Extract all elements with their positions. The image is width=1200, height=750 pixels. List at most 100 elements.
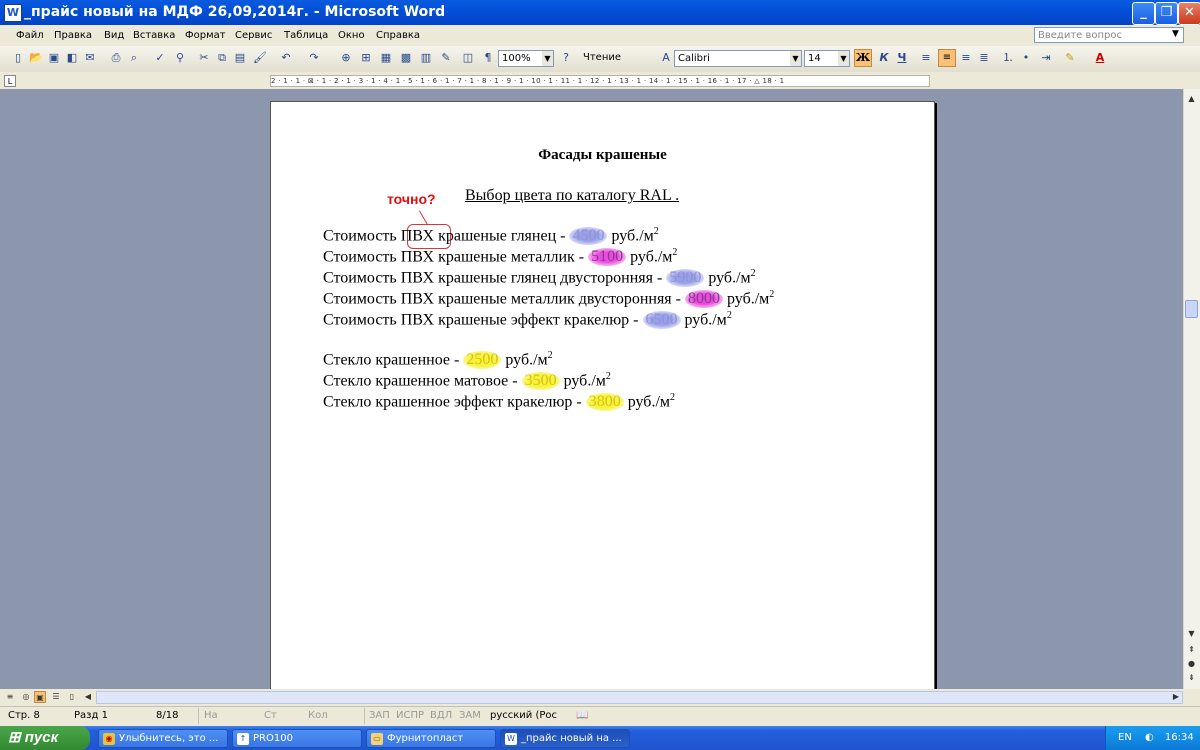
- annotation-note: точно?: [387, 191, 436, 207]
- menu-table[interactable]: Таблица: [284, 30, 328, 41]
- scroll-right-icon[interactable]: ▶: [1170, 691, 1182, 703]
- status-language[interactable]: русский (Рос: [490, 710, 557, 721]
- chevron-down-icon[interactable]: ▼: [542, 51, 553, 66]
- close-button[interactable]: ✕: [1178, 2, 1200, 25]
- pvc-price-line: Стоимость ПВХ крашеные глянец двусторонн…: [323, 268, 756, 288]
- status-extend[interactable]: ВДЛ: [430, 710, 452, 721]
- previous-page-icon[interactable]: ⇞: [1185, 643, 1198, 657]
- price-unit: руб./м: [704, 269, 751, 287]
- numbering-icon[interactable]: ⒈: [1000, 50, 1016, 66]
- email-icon[interactable]: ✉: [82, 50, 98, 66]
- status-page: Стр. 8: [8, 710, 40, 721]
- italic-button[interactable]: К: [876, 50, 892, 66]
- format-painter-icon[interactable]: 🖌: [252, 50, 268, 66]
- menu-tools[interactable]: Сервис: [235, 30, 272, 41]
- status-section: Разд 1: [74, 710, 108, 721]
- status-track-changes[interactable]: ИСПР: [396, 710, 424, 721]
- scroll-down-icon[interactable]: ▼: [1185, 627, 1198, 641]
- web-view-icon[interactable]: ◎: [20, 691, 32, 703]
- status-overtype[interactable]: ЗАМ: [459, 710, 481, 721]
- menu-format[interactable]: Формат: [185, 30, 226, 41]
- underline-button[interactable]: Ч: [894, 50, 910, 66]
- price-unit: руб./м: [607, 227, 654, 245]
- copy-icon[interactable]: ⧉: [214, 50, 230, 66]
- restore-button[interactable]: ❐: [1155, 2, 1178, 25]
- indent-icon[interactable]: ⇥: [1038, 50, 1054, 66]
- print-icon[interactable]: ⎙: [108, 50, 124, 66]
- next-page-icon[interactable]: ⇟: [1185, 671, 1198, 685]
- document-map-icon[interactable]: ◫: [460, 50, 476, 66]
- menu-window[interactable]: Окно: [338, 30, 365, 41]
- reading-view-icon[interactable]: ▯: [66, 691, 78, 703]
- help-icon[interactable]: ?: [558, 50, 574, 66]
- insert-excel-icon[interactable]: ▩: [398, 50, 414, 66]
- justify-icon[interactable]: ≣: [976, 50, 992, 66]
- minimize-button[interactable]: _: [1132, 2, 1155, 25]
- scroll-up-icon[interactable]: ▲: [1185, 92, 1198, 106]
- align-left-icon[interactable]: ≡: [918, 50, 934, 66]
- ask-question-input[interactable]: Введите вопрос: [1034, 27, 1184, 43]
- drawing-icon[interactable]: ✎: [438, 50, 454, 66]
- tables-borders-icon[interactable]: ⊞: [358, 50, 374, 66]
- glass-price-line: Стекло крашенное матовое - 3500 руб./м2: [323, 371, 611, 391]
- bold-button[interactable]: Ж: [854, 49, 872, 67]
- browse-object-icon[interactable]: ●: [1185, 657, 1198, 671]
- new-document-icon[interactable]: ▯: [10, 50, 26, 66]
- font-size-combo[interactable]: 14 ▼: [804, 50, 850, 67]
- font-color-icon[interactable]: A: [1092, 50, 1108, 66]
- horizontal-scrollbar[interactable]: [96, 691, 1183, 704]
- reading-layout-button[interactable]: Чтение: [583, 52, 621, 63]
- align-center-icon[interactable]: ≡: [938, 49, 956, 67]
- columns-icon[interactable]: ▥: [418, 50, 434, 66]
- horizontal-ruler[interactable]: 2 · 1 · 1 · ⊠ · 1 · 2 · 1 · 3 · 1 · 4 · …: [270, 75, 930, 87]
- spelling-icon[interactable]: ✓: [152, 50, 168, 66]
- hyperlink-icon[interactable]: ⊕: [338, 50, 354, 66]
- menu-insert[interactable]: Вставка: [133, 30, 175, 41]
- volume-icon[interactable]: ◐: [1145, 732, 1154, 743]
- word-app-icon[interactable]: W: [4, 4, 22, 22]
- chevron-down-icon[interactable]: ▼: [838, 51, 849, 66]
- zoom-combo[interactable]: 100% ▼: [498, 50, 554, 67]
- status-record-macro[interactable]: ЗАП: [369, 710, 390, 721]
- print-preview-icon[interactable]: ⌕: [126, 50, 142, 66]
- highlight-icon[interactable]: ✎: [1062, 50, 1078, 66]
- task-chrome[interactable]: ◉ Улыбнитесь, это ...: [98, 729, 228, 748]
- unit-superscript: 2: [726, 310, 732, 321]
- bullets-icon[interactable]: •: [1018, 50, 1034, 66]
- paste-icon[interactable]: ▤: [232, 50, 248, 66]
- scroll-left-icon[interactable]: ◀: [82, 691, 94, 703]
- menu-help[interactable]: Справка: [376, 30, 420, 41]
- annotation-pointer: [419, 210, 429, 225]
- outline-view-icon[interactable]: ☰: [50, 691, 62, 703]
- show-hide-icon[interactable]: ¶: [480, 50, 496, 66]
- menu-file[interactable]: Файл: [16, 30, 44, 41]
- redo-icon[interactable]: ↷: [306, 50, 322, 66]
- task-folder[interactable]: ▭ Фурнитопласт: [366, 729, 496, 748]
- chevron-down-icon[interactable]: ▼: [1172, 29, 1179, 39]
- align-right-icon[interactable]: ≡: [958, 50, 974, 66]
- styles-icon[interactable]: A: [658, 50, 674, 66]
- permission-icon[interactable]: ◧: [64, 50, 80, 66]
- font-name-combo[interactable]: Calibri ▼: [674, 50, 802, 67]
- task-pro100[interactable]: ↑ PRO100: [232, 729, 362, 748]
- insert-table-icon[interactable]: ▦: [378, 50, 394, 66]
- document-page[interactable]: Фасады крашеные Выбор цвета по каталогу …: [270, 101, 935, 703]
- undo-icon[interactable]: ↶: [278, 50, 294, 66]
- language-indicator[interactable]: EN: [1118, 732, 1132, 743]
- research-icon[interactable]: ⚲: [172, 50, 188, 66]
- menu-view[interactable]: Вид: [104, 30, 124, 41]
- save-icon[interactable]: ▣: [46, 50, 62, 66]
- vertical-scrollbar[interactable]: [1183, 89, 1200, 689]
- print-layout-view-icon[interactable]: ▣: [34, 691, 46, 703]
- chevron-down-icon[interactable]: ▼: [790, 51, 801, 66]
- cut-icon[interactable]: ✂: [196, 50, 212, 66]
- start-button[interactable]: ⊞ пуск: [0, 726, 90, 750]
- normal-view-icon[interactable]: ≡: [4, 691, 16, 703]
- vertical-scroll-thumb[interactable]: [1185, 300, 1198, 318]
- menu-edit[interactable]: Правка: [54, 30, 92, 41]
- spelling-status-icon[interactable]: 📖: [576, 710, 588, 721]
- task-word[interactable]: W _прайс новый на ...: [500, 729, 630, 748]
- tab-selector-icon[interactable]: L: [4, 75, 16, 87]
- status-divider: [198, 708, 199, 724]
- open-folder-icon[interactable]: 📂: [28, 50, 44, 66]
